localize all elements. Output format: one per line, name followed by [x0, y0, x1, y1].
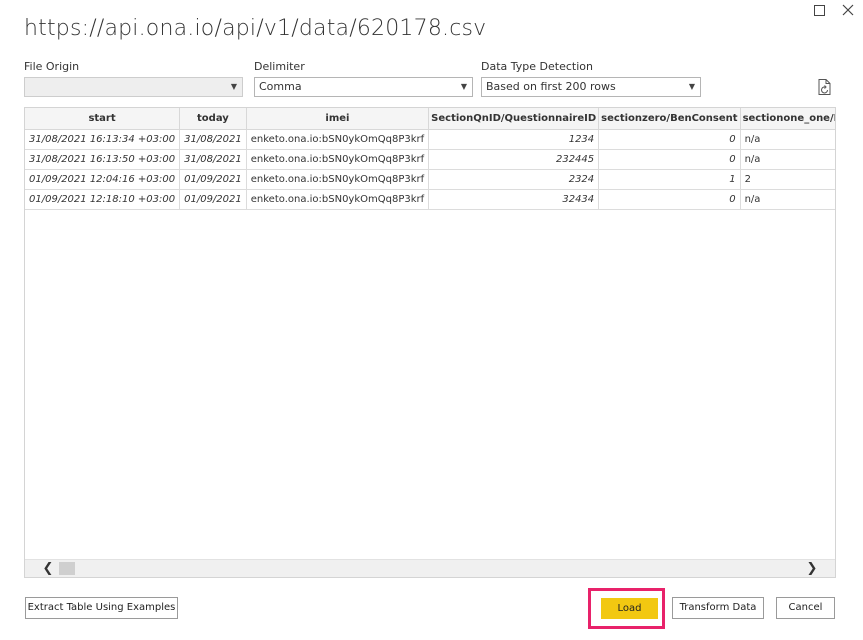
delimiter-value: Comma [259, 80, 302, 93]
table-cell: 32434 [428, 189, 600, 210]
table-cell: 1234 [428, 129, 600, 150]
horizontal-scrollbar[interactable]: ❮ ❯ [25, 559, 835, 577]
data-preview-grid[interactable]: start today imei SectionQnID/Questionnai… [24, 107, 836, 578]
table-row: 31/08/2021 16:13:34 +03:00 31/08/2021 en… [25, 129, 835, 150]
maximize-button[interactable] [810, 3, 830, 19]
table-cell: 01/09/2021 12:04:16 +03:00 [25, 169, 181, 190]
table-row: 01/09/2021 12:18:10 +03:00 01/09/2021 en… [25, 189, 835, 210]
table-cell: 01/09/2021 12:18:10 +03:00 [25, 189, 181, 210]
delimiter-label: Delimiter [254, 60, 305, 73]
table-cell: 2324 [428, 169, 600, 190]
transform-data-button[interactable]: Transform Data [672, 597, 764, 619]
table-cell: enketo.ona.io:bSN0ykOmQq8P3krf [246, 189, 430, 210]
table-cell: 01/09/2021 [179, 169, 247, 190]
csv-import-dialog: https://api.ona.io/api/v1/data/620178.cs… [0, 0, 863, 640]
dialog-title: https://api.ona.io/api/v1/data/620178.cs… [24, 16, 487, 41]
extract-table-button[interactable]: Extract Table Using Examples [25, 597, 178, 619]
table-cell: enketo.ona.io:bSN0ykOmQq8P3krf [246, 129, 430, 150]
file-origin-label: File Origin [24, 60, 80, 73]
data-type-detection-value: Based on first 200 rows [486, 80, 616, 93]
cancel-button[interactable]: Cancel [776, 597, 835, 619]
chevron-down-icon: ▼ [688, 82, 695, 91]
table-row: 01/09/2021 12:04:16 +03:00 01/09/2021 en… [25, 169, 835, 190]
refresh-preview-button[interactable] [816, 78, 834, 96]
column-header[interactable]: SectionQnID/QuestionnaireID [428, 108, 600, 130]
scroll-right-icon[interactable]: ❯ [803, 560, 821, 577]
column-header[interactable]: sectionzero/BenConsent [598, 108, 741, 130]
column-header[interactable]: imei [246, 108, 430, 130]
table-cell: 01/09/2021 [179, 189, 247, 210]
table-cell: 31/08/2021 16:13:34 +03:00 [25, 129, 181, 150]
chevron-down-icon: ▼ [460, 82, 467, 91]
table-cell: 2 [740, 169, 835, 190]
table-cell: enketo.ona.io:bSN0ykOmQq8P3krf [246, 149, 430, 170]
maximize-icon [814, 5, 825, 16]
document-refresh-icon [818, 79, 831, 95]
data-type-detection-select[interactable]: Based on first 200 rows ▼ [481, 77, 701, 97]
table-header-row: start today imei SectionQnID/Questionnai… [25, 108, 835, 130]
delimiter-select[interactable]: Comma ▼ [254, 77, 473, 97]
data-type-detection-label: Data Type Detection [481, 60, 593, 73]
column-header[interactable]: sectionone_one/M [740, 108, 835, 130]
load-button[interactable]: Load [601, 598, 658, 619]
data-preview-table: start today imei SectionQnID/Questionnai… [25, 108, 835, 210]
table-cell: 0 [598, 129, 741, 150]
table-cell: n/a [740, 129, 835, 150]
table-cell: 31/08/2021 [179, 129, 247, 150]
column-header[interactable]: start [25, 108, 181, 130]
table-row: 31/08/2021 16:13:50 +03:00 31/08/2021 en… [25, 149, 835, 170]
close-icon [842, 4, 854, 16]
file-origin-select[interactable]: ▼ [24, 77, 243, 97]
table-cell: 31/08/2021 [179, 149, 247, 170]
table-cell: n/a [740, 189, 835, 210]
table-cell: 232445 [428, 149, 600, 170]
column-header[interactable]: today [179, 108, 247, 130]
table-cell: 0 [598, 189, 741, 210]
table-cell: n/a [740, 149, 835, 170]
scroll-left-icon[interactable]: ❮ [39, 560, 57, 577]
scrollbar-thumb[interactable] [59, 562, 75, 575]
chevron-down-icon: ▼ [230, 82, 237, 91]
table-cell: 1 [598, 169, 741, 190]
close-button[interactable] [838, 3, 858, 19]
table-cell: enketo.ona.io:bSN0ykOmQq8P3krf [246, 169, 430, 190]
table-cell: 31/08/2021 16:13:50 +03:00 [25, 149, 181, 170]
table-cell: 0 [598, 149, 741, 170]
